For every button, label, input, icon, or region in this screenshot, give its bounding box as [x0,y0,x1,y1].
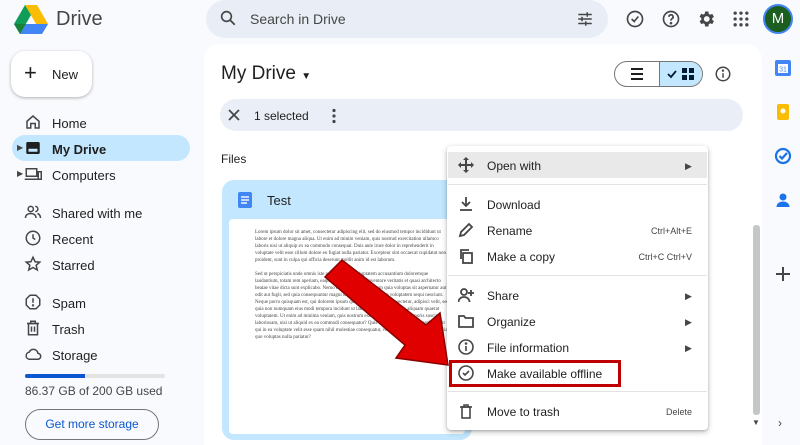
menu-item-label: Share [487,289,520,303]
scroll-down-icon[interactable]: ▼ [752,418,760,427]
clock-icon [24,229,42,247]
sidebar-item-label: Recent [52,232,94,247]
help-icon[interactable] [661,9,681,29]
submenu-arrow-icon: ▶ [685,317,692,327]
folder-icon [458,313,474,329]
apps-grid-icon[interactable] [731,9,751,29]
search-icon[interactable] [219,9,237,27]
sidebar-item-label: Home [52,116,87,131]
details-info-icon[interactable] [714,65,732,83]
tasks-icon[interactable] [774,147,792,165]
trash-icon [24,319,42,337]
storage-usage-fill [25,374,86,378]
title-dropdown-icon[interactable]: ▼ [301,71,311,82]
annotation-arrow [320,255,460,375]
people-icon [24,203,42,221]
expand-caret-icon[interactable]: ▶ [17,143,23,152]
menu-item-label: Move to trash [487,405,560,419]
download-icon [458,196,474,212]
plus-icon: + [24,60,37,85]
calendar-icon[interactable]: 31 [774,59,792,77]
selection-count: 1 selected [254,109,309,123]
menu-divider [448,184,707,185]
sidebar-item-label: Trash [52,322,85,337]
svg-text:31: 31 [779,67,787,74]
files-section-label: Files [221,152,247,166]
my-drive-icon [24,139,42,157]
menu-item-label: Make a copy [487,250,556,264]
copy-icon [458,248,474,264]
new-button-label: New [52,67,79,82]
menu-divider [448,275,707,276]
keep-icon[interactable] [774,103,792,121]
sidebar-item-label: Spam [52,296,86,311]
info-icon [458,339,474,355]
menu-item-label: File information [487,341,570,355]
ready-for-offline-icon[interactable] [625,9,645,29]
search-input[interactable]: Search in Drive [250,11,346,27]
trash-icon [458,403,474,419]
menu-item-label: Download [487,198,541,212]
drive-logo-icon[interactable] [14,5,48,35]
view-toggle[interactable] [614,61,703,87]
page-title[interactable]: My Drive ▼ [221,63,311,85]
star-icon [24,255,42,273]
menu-item-label: Open with [487,159,542,173]
menu-divider [448,391,707,392]
cloud-icon [24,345,42,363]
sidebar-item-label: Starred [52,258,95,273]
home-icon [24,113,42,131]
sidebar-item-label: Storage [52,348,98,363]
open-with-icon [458,157,474,173]
share-icon [458,287,474,303]
file-name: Test [267,193,291,208]
menu-item-shortcut: Delete [665,407,692,417]
add-addon-icon[interactable] [774,265,792,283]
app-name[interactable]: Drive [56,8,103,30]
storage-usage-bar [25,374,165,378]
pencil-icon [458,222,474,238]
scrollbar[interactable] [753,225,760,415]
search-options-icon[interactable] [576,10,594,28]
computer-icon [24,165,42,183]
contacts-icon[interactable] [774,191,792,209]
spam-icon [24,293,42,311]
grid-view-button[interactable] [659,62,702,86]
storage-usage-text: 86.37 GB of 200 GB used [25,384,163,398]
settings-gear-icon[interactable] [696,9,716,29]
get-more-storage-button[interactable]: Get more storage [25,409,159,440]
more-vert-icon[interactable] [330,108,338,124]
annotation-highlight-box [449,360,621,387]
docs-file-icon [238,192,252,208]
account-avatar[interactable]: M [763,4,793,34]
list-view-button[interactable] [615,62,659,86]
sidebar-item-label: Shared with me [52,206,143,221]
menu-item-shortcut: Ctrl+Alt+E [650,226,692,236]
sidebar-item-label: Computers [52,168,116,183]
close-icon[interactable] [228,109,240,121]
menu-item-label: Rename [487,224,533,238]
submenu-arrow-icon: ▶ [685,343,692,353]
submenu-arrow-icon: ▶ [685,291,692,301]
collapse-panel-icon[interactable]: › [778,416,782,430]
menu-item-label: Organize [487,315,536,329]
sidebar-item-label: My Drive [52,142,107,157]
submenu-arrow-icon: ▶ [685,161,692,171]
expand-caret-icon[interactable]: ▶ [17,169,23,178]
menu-item-shortcut: Ctrl+C Ctrl+V [638,252,692,262]
